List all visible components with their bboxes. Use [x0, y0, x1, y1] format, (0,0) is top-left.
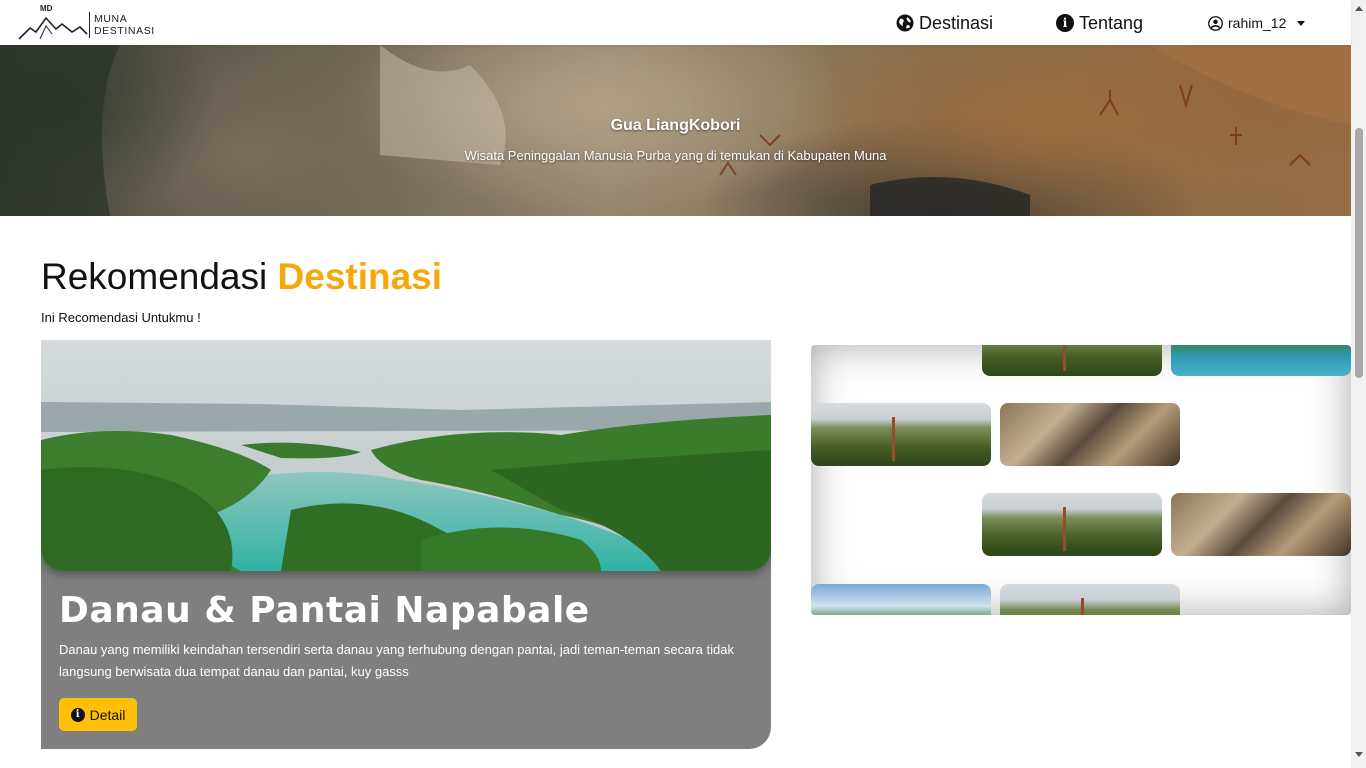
gallery-image[interactable] — [1171, 345, 1351, 376]
navbar: MD MUNA DESTINASI Destinasi i Tentang ra… — [0, 0, 1351, 45]
chevron-down-icon — [1297, 20, 1306, 26]
featured-destination-description: Danau yang memiliki keindahan tersendiri… — [59, 642, 734, 679]
scroll-up-arrow-icon[interactable] — [1355, 6, 1363, 11]
hero-title: Gua LiangKobori — [610, 117, 741, 134]
detail-button[interactable]: i Detail — [59, 698, 137, 731]
gallery-image[interactable] — [1000, 403, 1180, 466]
nav-destinasi[interactable]: Destinasi — [896, 11, 993, 35]
username-label: rahim_12 — [1228, 15, 1287, 31]
section-subtitle: Ini Recomendasi Untukmu ! — [41, 310, 201, 325]
page-scrollbar[interactable] — [1351, 0, 1366, 768]
nav-tentang-label: Tentang — [1079, 12, 1144, 33]
scrollbar-thumb[interactable] — [1355, 128, 1363, 378]
brand-name-line1: MUNA — [94, 13, 128, 25]
hero-banner: Gua LiangKobori Wisata Peninggalan Manus… — [0, 45, 1351, 216]
info-icon: i — [1056, 14, 1074, 32]
brand-logo[interactable]: MD MUNA DESTINASI — [18, 4, 158, 40]
brand-name-line2: DESTINASI — [94, 25, 155, 37]
featured-destination-card: Danau & Pantai Napabale Danau yang memil… — [41, 340, 771, 749]
destination-gallery — [811, 345, 1351, 615]
mountain-icon — [18, 16, 88, 40]
featured-destination-title: Danau & Pantai Napabale — [59, 590, 590, 631]
section-title: Rekomendasi Destinasi — [41, 256, 442, 298]
scroll-down-arrow-icon[interactable] — [1355, 752, 1363, 757]
section-title-main: Rekomendasi — [41, 256, 268, 297]
featured-destination-body: Danau & Pantai Napabale Danau yang memil… — [59, 590, 749, 683]
detail-button-label: Detail — [89, 706, 126, 723]
user-circle-icon — [1208, 15, 1223, 31]
nav-tentang[interactable]: i Tentang — [1056, 11, 1143, 35]
hero-subtitle: Wisata Peninggalan Manusia Purba yang di… — [464, 148, 887, 163]
gallery-image[interactable] — [1171, 493, 1351, 556]
brand-divider — [89, 12, 90, 38]
featured-destination-image — [41, 340, 771, 571]
gallery-image[interactable] — [1000, 584, 1180, 615]
user-menu-dropdown[interactable]: rahim_12 — [1208, 11, 1306, 35]
globe-icon — [896, 14, 914, 32]
gallery-image[interactable] — [982, 493, 1162, 556]
info-icon: i — [70, 707, 85, 722]
nav-destinasi-label: Destinasi — [919, 12, 994, 33]
gallery-image[interactable] — [811, 584, 991, 615]
lake-landscape-image — [41, 340, 771, 571]
section-title-accent: Destinasi — [277, 256, 443, 297]
gallery-image[interactable] — [811, 403, 991, 466]
gallery-image[interactable] — [982, 345, 1162, 376]
